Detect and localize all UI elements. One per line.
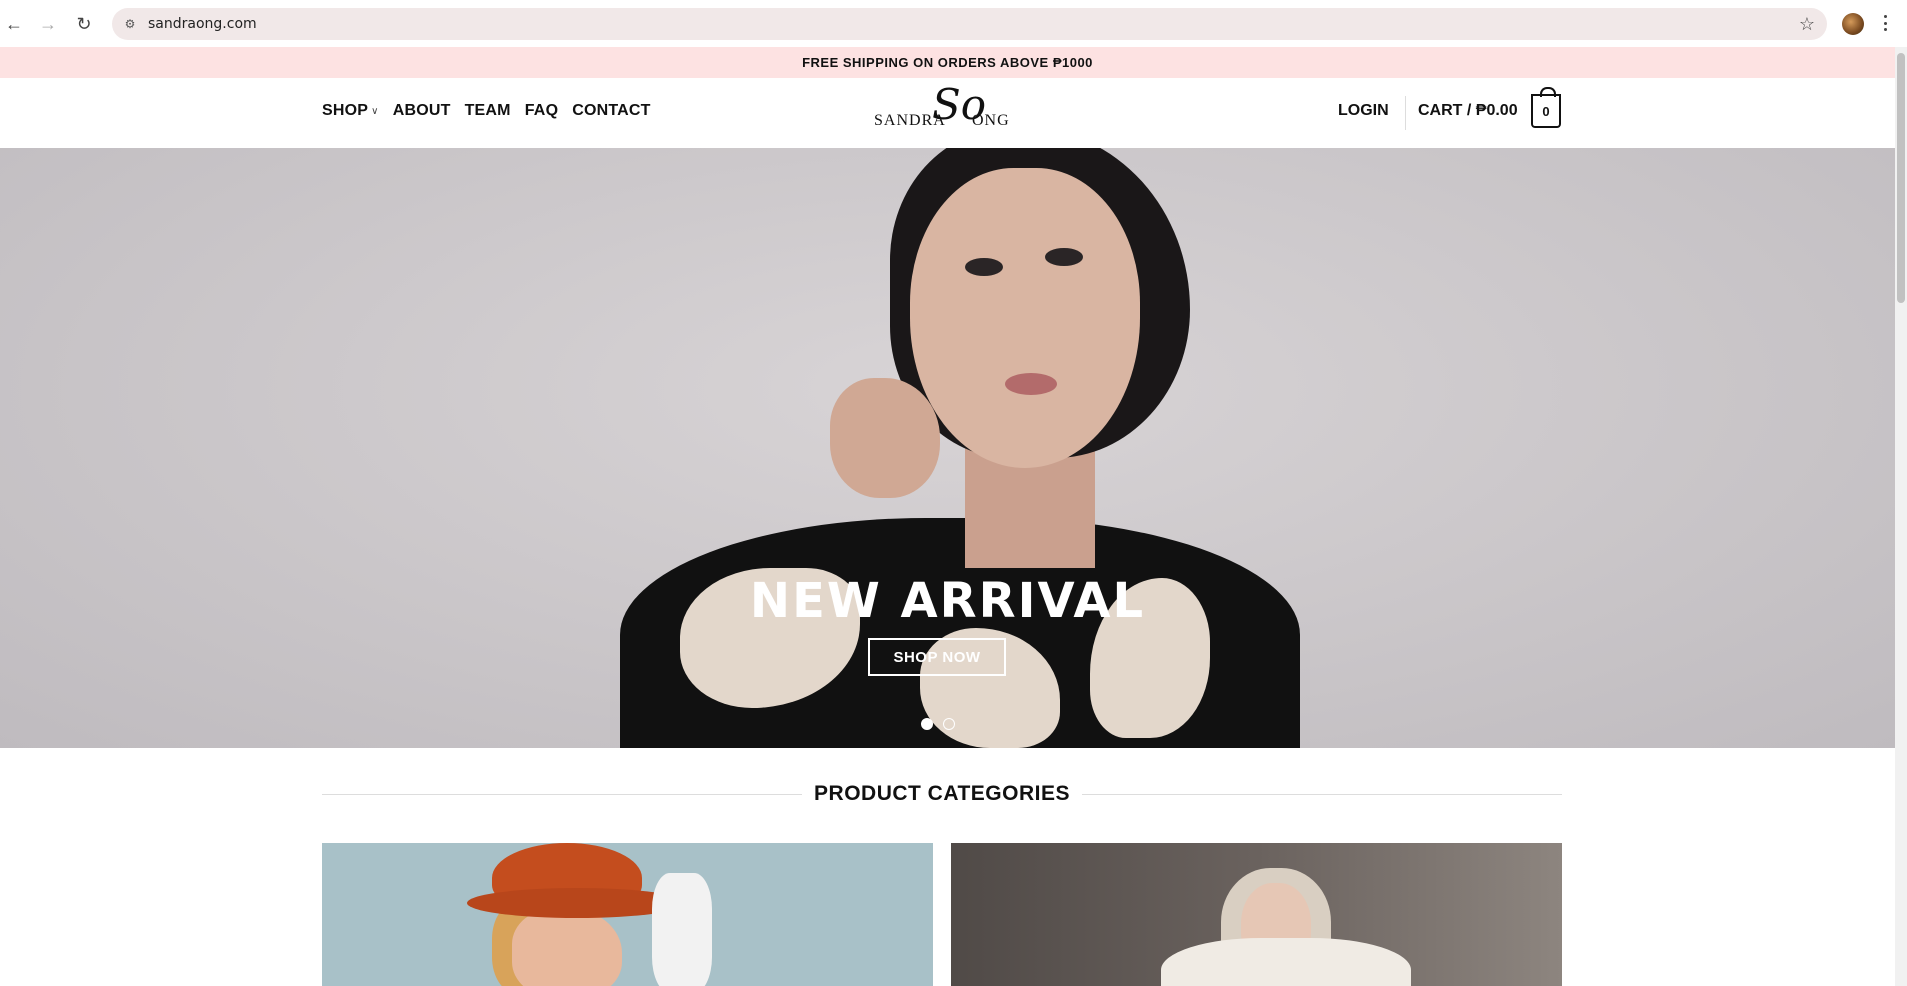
- bookmark-star-icon[interactable]: ☆: [1799, 14, 1815, 35]
- nav-item-faq[interactable]: FAQ: [525, 102, 559, 120]
- category-card-2[interactable]: [951, 843, 1562, 986]
- profile-avatar[interactable]: [1842, 13, 1864, 35]
- back-icon[interactable]: ←: [2, 12, 26, 36]
- forward-icon[interactable]: →: [36, 12, 60, 36]
- nav-item-shop[interactable]: SHOP ∨: [322, 102, 379, 120]
- site-header: SHOP ∨ ABOUT TEAM FAQ CONTACT SANDRA So O…: [0, 78, 1895, 148]
- nav-item-about[interactable]: ABOUT: [393, 102, 451, 120]
- login-link[interactable]: LOGIN: [1338, 102, 1389, 120]
- slider-dots: [921, 718, 955, 730]
- main-nav: SHOP ∨ ABOUT TEAM FAQ CONTACT: [322, 102, 651, 120]
- header-divider: [1405, 96, 1406, 130]
- category-card-1[interactable]: [322, 843, 933, 986]
- nav-item-contact[interactable]: CONTACT: [572, 102, 650, 120]
- logo-text-right: ONG: [972, 112, 1010, 129]
- site-settings-icon[interactable]: ⚙: [122, 16, 138, 32]
- announcement-bar: FREE SHIPPING ON ORDERS ABOVE ₱1000: [0, 47, 1895, 78]
- address-bar[interactable]: ⚙ sandraong.com ☆: [112, 8, 1827, 40]
- cart-count: 0: [1542, 103, 1550, 119]
- page-scrollbar[interactable]: [1895, 47, 1907, 986]
- url-text[interactable]: sandraong.com: [148, 16, 257, 32]
- section-title: PRODUCT CATEGORIES: [814, 782, 1070, 805]
- slider-dot-2[interactable]: [943, 718, 955, 730]
- scrollbar-thumb[interactable]: [1897, 53, 1905, 303]
- nav-label-shop: SHOP: [322, 102, 369, 119]
- nav-item-team[interactable]: TEAM: [465, 102, 511, 120]
- reload-icon[interactable]: ↻: [72, 12, 96, 36]
- menu-icon[interactable]: [1882, 12, 1888, 34]
- section-header: PRODUCT CATEGORIES: [322, 780, 1562, 810]
- shop-now-button[interactable]: SHOP NOW: [868, 638, 1006, 676]
- slider-dot-1[interactable]: [921, 718, 933, 730]
- hero-slider[interactable]: NEW ARRIVAL SHOP NOW: [0, 148, 1895, 748]
- site-logo[interactable]: SANDRA So ONG: [872, 84, 1012, 142]
- browser-toolbar: ← → ↻ ⚙ sandraong.com ☆: [0, 0, 1907, 47]
- cart-bag-icon[interactable]: 0: [1531, 87, 1561, 128]
- chevron-down-icon: ∨: [371, 105, 379, 117]
- hero-title: NEW ARRIVAL: [749, 573, 1146, 629]
- cart-link[interactable]: CART / ₱0.00: [1418, 102, 1518, 120]
